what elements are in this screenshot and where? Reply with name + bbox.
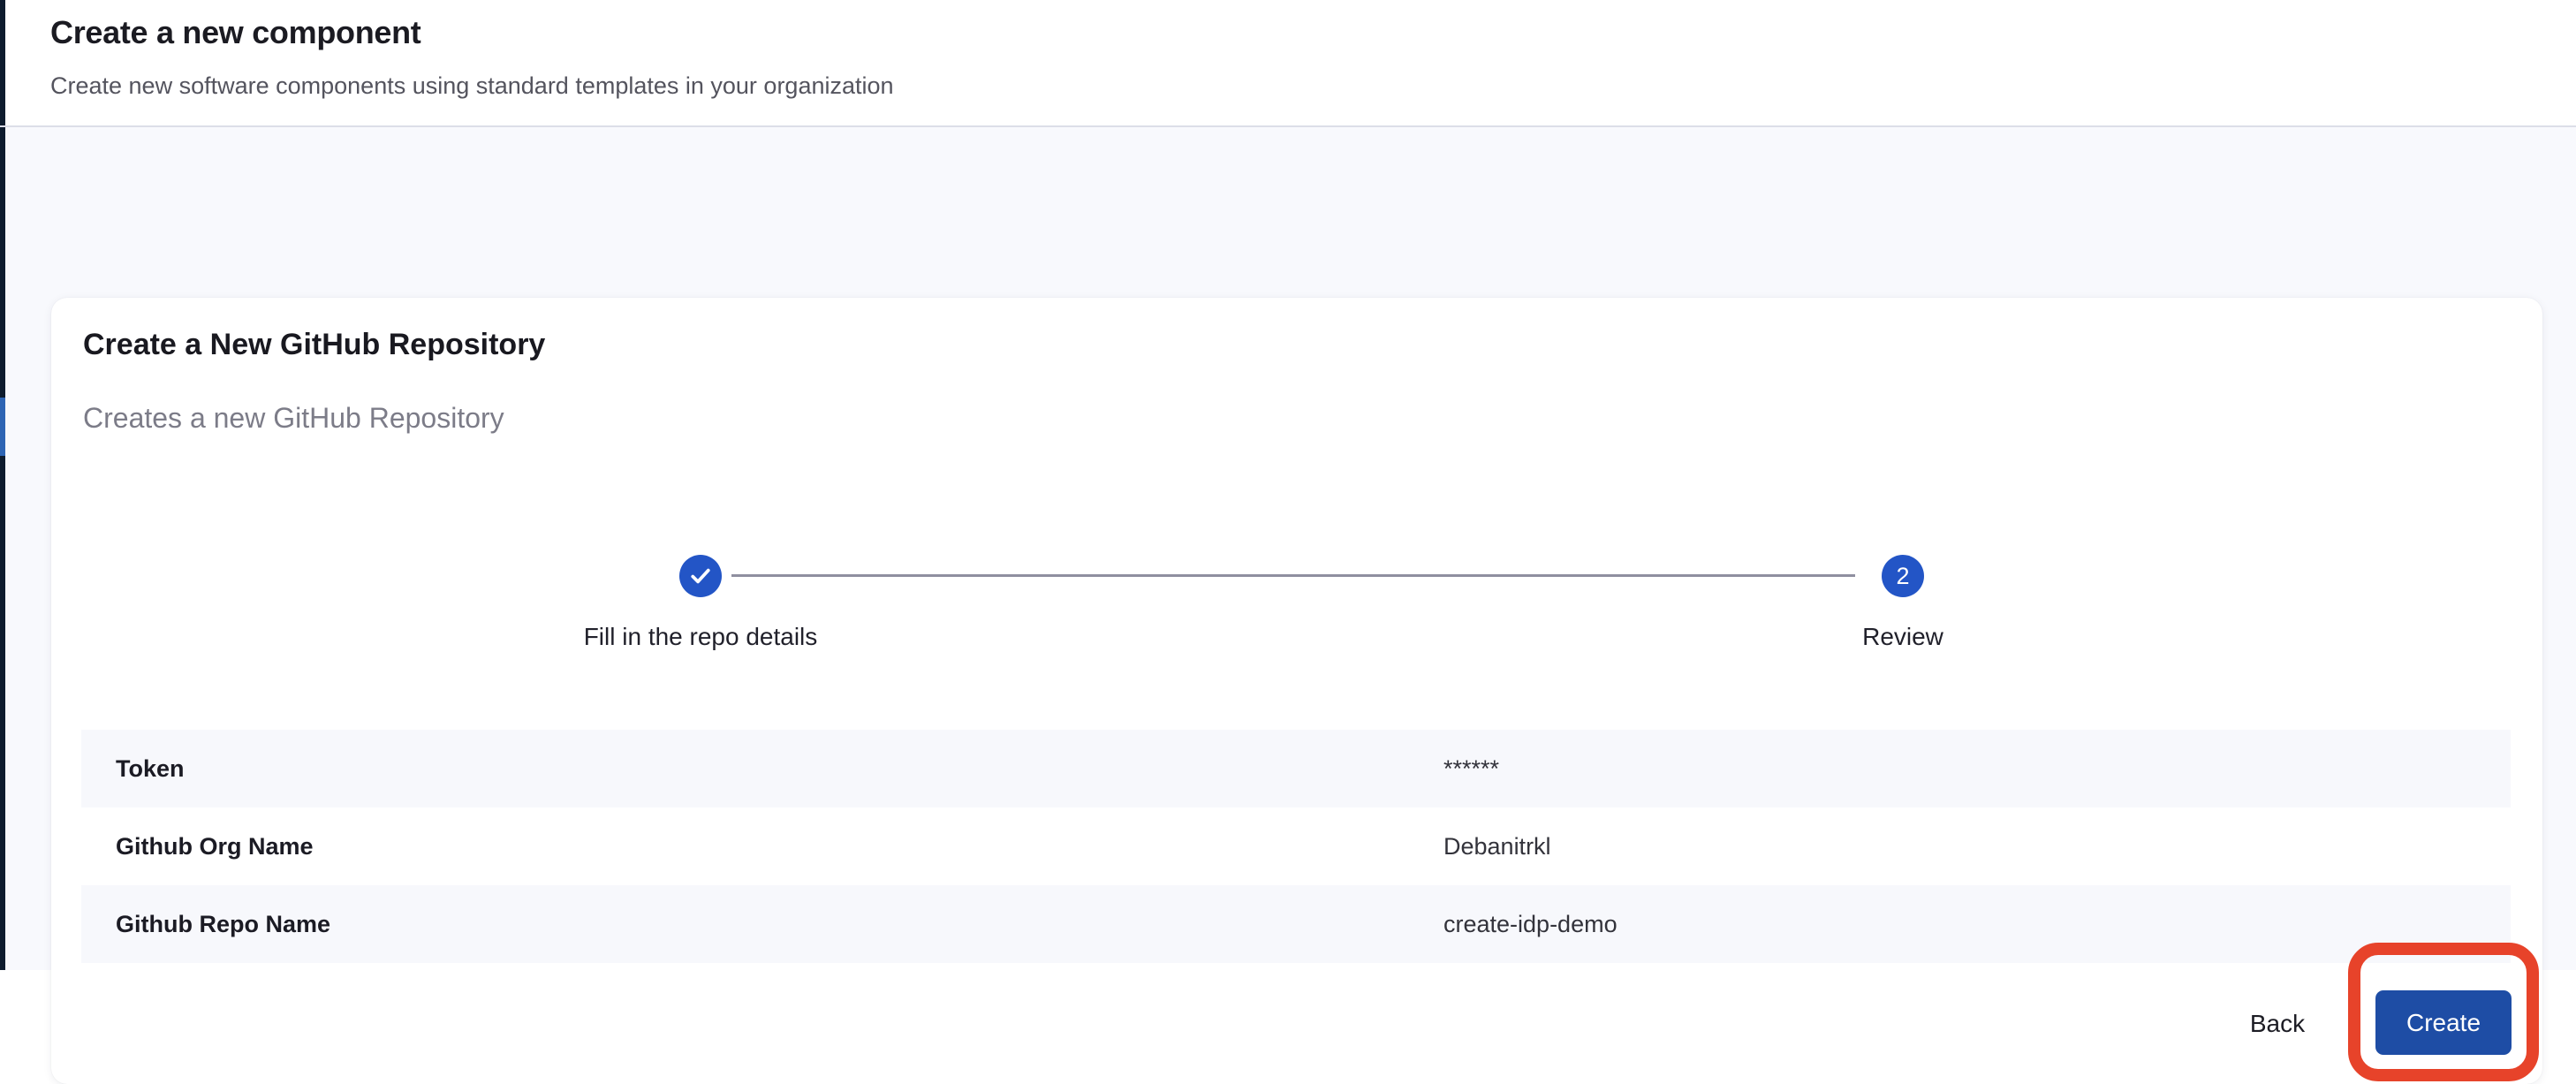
content-area: Create a New GitHub Repository Creates a… [5,127,2576,970]
table-row-github-org-name: Github Org Name Debanitrkl [81,807,2511,885]
row-label: Github Repo Name [81,911,1443,938]
step-2-label: Review [1682,623,2124,651]
step-1-label: Fill in the repo details [480,623,921,651]
template-title: Create a New GitHub Repository [83,328,545,362]
step-1-indicator-completed [679,555,722,597]
table-row-github-repo-name: Github Repo Name create-idp-demo [81,885,2511,963]
row-label: Github Org Name [81,833,1443,860]
create-component-page: { "colors": { "sidebar_dark": "#0e1c2e",… [0,0,2576,970]
page-title: Create a new component [50,14,421,51]
step-2-indicator-active: 2 [1882,555,1924,597]
page-header: Create a new component Create new softwa… [5,0,2576,125]
back-button[interactable]: Back [2224,997,2330,1050]
check-icon [688,564,713,588]
row-label: Token [81,755,1443,783]
template-wizard-card: Create a New GitHub Repository Creates a… [51,298,2542,1084]
review-table: Token ****** Github Org Name Debanitrkl … [81,730,2511,963]
row-value: Debanitrkl [1443,833,2511,860]
step-2-number: 2 [1896,565,1909,588]
stepper-connector [731,574,1855,577]
create-button[interactable]: Create [2375,990,2512,1055]
template-description: Creates a new GitHub Repository [83,402,504,435]
row-value: create-idp-demo [1443,911,2511,938]
page-subtitle: Create new software components using sta… [50,72,894,100]
row-value: ****** [1443,755,2511,783]
table-row-token: Token ****** [81,730,2511,807]
